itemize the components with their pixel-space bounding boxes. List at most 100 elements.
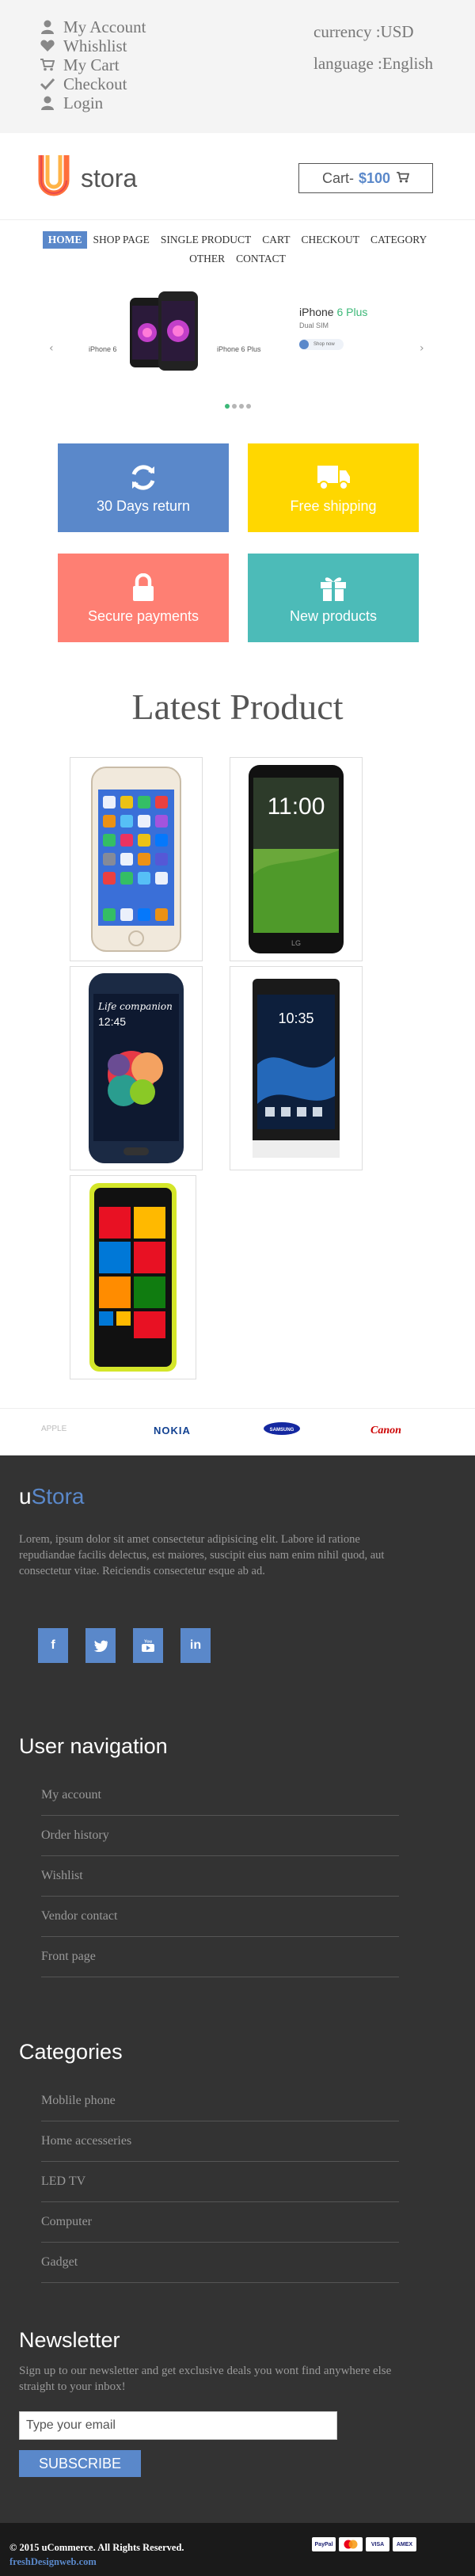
nav-shop-page[interactable]: SHOP PAGE xyxy=(87,231,154,249)
locale-settings: currency :USD language :English xyxy=(314,21,433,84)
social-links: f You in xyxy=(38,1628,211,1663)
nav-contact[interactable]: CONTACT xyxy=(230,250,291,268)
amex-card-icon: AMEX xyxy=(393,2537,416,2551)
shop-dot-icon xyxy=(299,340,309,349)
product-image-iphone xyxy=(91,767,181,952)
twitter-icon xyxy=(93,1640,108,1652)
category-link-led-tv[interactable]: LED TV xyxy=(41,2162,399,2202)
login-link[interactable]: Login xyxy=(38,93,146,112)
nav-category[interactable]: CATEGORY xyxy=(365,231,432,249)
nav-other[interactable]: OTHER xyxy=(184,250,230,268)
user-icon xyxy=(38,20,57,34)
facebook-button[interactable]: f xyxy=(38,1628,68,1663)
category-link-gadget[interactable]: Gadget xyxy=(41,2243,399,2283)
page: My Account Whishlist My Cart Checkout Lo… xyxy=(0,0,475,2576)
designer-credit-link[interactable]: freshDesignweb.com xyxy=(10,2556,97,2568)
footer-logo-u: u xyxy=(19,1484,32,1509)
product-card-nokia[interactable] xyxy=(70,1175,196,1379)
brand-canon[interactable]: Canon xyxy=(370,1425,401,1437)
slider-dot[interactable] xyxy=(238,404,244,409)
promo-new-products: New products xyxy=(248,554,419,642)
login-label: Login xyxy=(63,93,104,112)
svg-text:You: You xyxy=(144,1640,152,1645)
site-logo[interactable]: stora xyxy=(38,154,137,198)
nav-row-2: OTHER CONTACT xyxy=(0,250,475,268)
cart-icon xyxy=(397,170,410,187)
user-navigation-list: My account Order history Wishlist Vendor… xyxy=(41,1775,399,1977)
slide-subtitle: Dual SIM xyxy=(299,322,329,329)
nav-checkout[interactable]: CHECKOUT xyxy=(295,231,365,249)
slide-label-iphone6plus: iPhone 6 Plus xyxy=(217,345,261,353)
site-header: stora Cart- $100 xyxy=(0,133,475,220)
slider-dots xyxy=(0,404,475,409)
sony-screen-time: 10:35 xyxy=(278,1010,314,1026)
nav-home[interactable]: HOME xyxy=(42,231,88,249)
promo-secure-payments: Secure payments xyxy=(58,554,229,642)
twitter-button[interactable] xyxy=(86,1628,116,1663)
footer-link-front-page[interactable]: Front page xyxy=(41,1937,399,1977)
product-card-iphone[interactable] xyxy=(70,757,203,961)
footer-about-text: Lorem, ipsum dolor sit amet consectetur … xyxy=(19,1533,385,1577)
product-card-lg[interactable]: 11:00 LG xyxy=(230,757,363,961)
product-card-sony[interactable]: 10:35 xyxy=(230,966,363,1170)
footer-link-vendor-contact[interactable]: Vendor contact xyxy=(41,1897,399,1937)
brand-samsung[interactable]: SAMSUNG xyxy=(263,1421,301,1438)
brand-strip: APPLE NOKIA SAMSUNG Canon xyxy=(0,1408,475,1455)
category-link-home-accessories[interactable]: Home accesseries xyxy=(41,2121,399,2162)
category-link-computer[interactable]: Computer xyxy=(41,2202,399,2243)
cart-icon xyxy=(38,59,57,71)
user-navigation-heading: User navigation xyxy=(19,1734,168,1758)
samsung-screen-caption: Life companion xyxy=(97,1001,173,1012)
footer-link-wishlist[interactable]: Wishlist xyxy=(41,1856,399,1897)
svg-text:LG: LG xyxy=(291,939,301,947)
language-selector[interactable]: language :English xyxy=(314,52,433,84)
shop-label: Shop now xyxy=(314,342,335,347)
promo-free-shipping: Free shipping xyxy=(248,443,419,532)
linkedin-button[interactable]: in xyxy=(180,1628,211,1663)
linkedin-icon: in xyxy=(189,1638,202,1652)
check-icon xyxy=(38,78,57,90)
footer-link-order-history[interactable]: Order history xyxy=(41,1816,399,1856)
footer-logo-rest: Stora xyxy=(31,1484,85,1509)
slider-next-arrow[interactable]: › xyxy=(420,342,424,355)
slider-dot[interactable] xyxy=(224,404,230,409)
slider-dot[interactable] xyxy=(231,404,237,409)
youtube-button[interactable]: You xyxy=(133,1628,163,1663)
bottom-bar: © 2015 uCommerce. All Rights Reserved. f… xyxy=(0,2523,475,2576)
category-link-mobile-phone[interactable]: Moblile phone xyxy=(41,2081,399,2121)
product-image-samsung: Life companion 12:45 xyxy=(89,973,184,1163)
brand-samsung-label: SAMSUNG xyxy=(270,1428,294,1433)
paypal-card-icon: PayPal xyxy=(312,2537,336,2551)
lock-icon xyxy=(131,572,155,603)
footer-link-my-account[interactable]: My account xyxy=(41,1775,399,1816)
user-icon xyxy=(38,96,57,110)
slide-shop-button[interactable]: Shop now xyxy=(299,339,344,350)
promo-label: 30 Days return xyxy=(96,497,191,514)
my-cart-label: My Cart xyxy=(63,55,120,74)
nav-cart[interactable]: CART xyxy=(256,231,295,249)
slide-label-iphone6: iPhone 6 xyxy=(89,345,117,353)
promo-label: New products xyxy=(289,607,378,624)
my-cart-link[interactable]: My Cart xyxy=(38,55,146,74)
subscribe-button[interactable]: SUBSCRIBE xyxy=(19,2450,141,2477)
footer-logo[interactable]: uStora xyxy=(19,1484,85,1509)
brand-nokia[interactable]: NOKIA xyxy=(154,1425,191,1436)
cart-amount: $100 xyxy=(358,169,391,186)
truck-icon xyxy=(316,462,351,493)
product-image-nokia xyxy=(89,1183,177,1372)
samsung-screen-time: 12:45 xyxy=(98,1015,126,1028)
newsletter-email-input[interactable] xyxy=(19,2411,337,2440)
checkout-link[interactable]: Checkout xyxy=(38,74,146,93)
product-card-samsung[interactable]: Life companion 12:45 xyxy=(70,966,203,1170)
promo-tiles: 30 Days return Free shipping Secure paym… xyxy=(0,434,475,679)
my-account-link[interactable]: My Account xyxy=(38,17,146,36)
header-cart-button[interactable]: Cart- $100 xyxy=(298,163,433,193)
wishlist-link[interactable]: Whishlist xyxy=(38,36,146,55)
nav-single-product[interactable]: SINGLE PRODUCT xyxy=(155,231,256,249)
latest-product-heading: Latest Product xyxy=(131,687,344,727)
facebook-icon: f xyxy=(51,1638,55,1652)
currency-selector[interactable]: currency :USD xyxy=(314,21,433,52)
slider-dot[interactable] xyxy=(245,404,251,409)
slider-prev-arrow[interactable]: ‹ xyxy=(49,342,54,355)
brand-apple[interactable]: APPLE xyxy=(41,1425,66,1433)
